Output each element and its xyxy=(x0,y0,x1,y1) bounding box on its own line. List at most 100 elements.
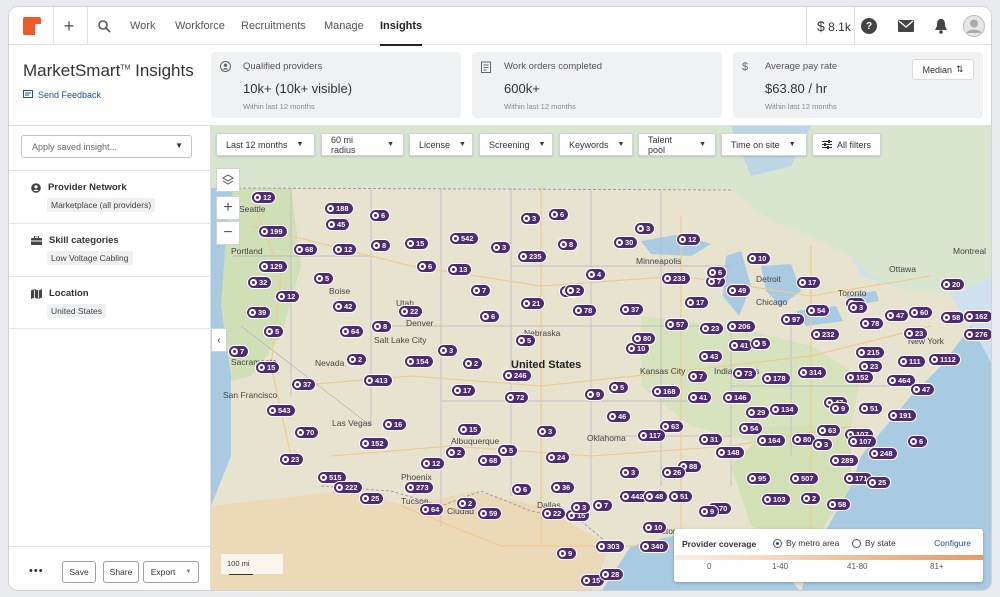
provider-pin[interactable]: 12 xyxy=(275,290,301,303)
provider-pin[interactable]: 129 xyxy=(258,260,288,273)
provider-pin[interactable]: 191 xyxy=(887,409,917,422)
collapse-sidebar-chevron-icon[interactable]: ‹ xyxy=(211,328,227,352)
provider-pin[interactable]: 49 xyxy=(726,284,752,297)
provider-pin[interactable]: 146 xyxy=(722,391,752,404)
provider-pin[interactable]: 22 xyxy=(541,507,567,520)
provider-pin[interactable]: 4 xyxy=(585,268,607,281)
more-options-icon[interactable]: ••• xyxy=(29,565,44,577)
provider-pin[interactable]: 9 xyxy=(556,547,578,560)
provider-pin[interactable]: 54 xyxy=(805,304,831,317)
provider-pin[interactable]: 3 xyxy=(520,212,542,225)
provider-pin[interactable]: 6 xyxy=(479,310,501,323)
provider-pin[interactable]: 314 xyxy=(797,366,827,379)
provider-pin[interactable]: 51 xyxy=(668,490,694,503)
provider-pin[interactable]: 289 xyxy=(829,454,859,467)
provider-pin[interactable]: 95 xyxy=(746,472,772,485)
provider-pin[interactable]: 23 xyxy=(699,322,725,335)
provider-pin[interactable]: 248 xyxy=(868,447,898,460)
provider-pin[interactable]: 37 xyxy=(619,303,645,316)
provider-pin[interactable]: 2 xyxy=(445,446,467,459)
median-toggle-button[interactable]: Median ⇅ xyxy=(912,59,974,80)
saved-insight-select[interactable]: Apply saved insight... ▼ xyxy=(21,135,192,158)
provider-pin[interactable]: 6 xyxy=(907,435,929,448)
provider-pin[interactable]: 15 xyxy=(457,423,483,436)
provider-pin[interactable]: 2 xyxy=(346,353,368,366)
provider-pin[interactable]: 3 xyxy=(634,222,656,235)
tab-insights[interactable]: Insights xyxy=(380,20,423,46)
provider-pin[interactable]: 12 xyxy=(676,233,702,246)
provider-pin[interactable]: 36 xyxy=(550,481,576,494)
plus-icon[interactable]: + xyxy=(60,16,78,36)
provider-pin[interactable]: 6 xyxy=(511,483,533,496)
provider-pin[interactable]: 17 xyxy=(451,384,477,397)
zoom-in-button[interactable]: + xyxy=(216,196,240,220)
provider-pin[interactable]: 5 xyxy=(515,334,537,347)
provider-pin[interactable]: 6 xyxy=(548,208,570,221)
provider-pin[interactable]: 42 xyxy=(332,300,358,313)
provider-pin[interactable]: 9 xyxy=(584,388,606,401)
tab-work[interactable]: Work xyxy=(130,20,155,32)
radio-by-state[interactable]: By state xyxy=(852,538,896,548)
provider-pin[interactable]: 3 xyxy=(847,301,869,314)
provider-pin[interactable]: 222 xyxy=(333,481,363,494)
bell-icon[interactable] xyxy=(934,18,948,34)
provider-pin[interactable]: 235 xyxy=(517,250,547,263)
provider-pin[interactable]: 21 xyxy=(520,297,546,310)
provider-pin[interactable]: 78 xyxy=(572,304,598,317)
provider-pin[interactable]: 26 xyxy=(661,466,687,479)
radio-by-metro-area[interactable]: By metro area xyxy=(773,538,839,548)
provider-pin[interactable]: 10 xyxy=(642,521,668,534)
provider-pin[interactable]: 178 xyxy=(761,372,791,385)
provider-pin[interactable]: 57 xyxy=(664,318,690,331)
provider-pin[interactable]: 15 xyxy=(404,237,430,250)
balance[interactable]: $ 8.1k xyxy=(817,18,851,34)
provider-pin[interactable]: 39 xyxy=(246,306,272,319)
provider-pin[interactable]: 51 xyxy=(858,402,884,415)
provider-pin[interactable]: 64 xyxy=(339,325,365,338)
provider-pin[interactable]: 7 xyxy=(592,499,614,512)
provider-pin[interactable]: 58 xyxy=(940,311,966,324)
provider-pin[interactable]: 154 xyxy=(404,355,434,368)
provider-pin[interactable]: 164 xyxy=(756,434,786,447)
send-feedback-link[interactable]: Send Feedback xyxy=(23,90,101,100)
filter-talent-pool[interactable]: Talent pool ▼ xyxy=(638,133,716,156)
section-skill-categories[interactable]: Skill categories Low Voltage Cabling xyxy=(9,223,211,276)
provider-pin[interactable]: 37 xyxy=(291,378,317,391)
provider-pin[interactable]: 134 xyxy=(769,403,799,416)
search-icon[interactable] xyxy=(95,17,113,35)
provider-pin[interactable]: 199 xyxy=(258,225,288,238)
provider-pin[interactable]: 17 xyxy=(796,276,822,289)
provider-pin[interactable]: 24 xyxy=(545,451,571,464)
save-button[interactable]: Save xyxy=(62,561,96,583)
provider-pin[interactable]: 17 xyxy=(684,296,710,309)
provider-pin[interactable]: 12 xyxy=(332,243,358,256)
provider-pin[interactable]: 215 xyxy=(855,346,885,359)
provider-pin[interactable]: 152 xyxy=(844,371,874,384)
avatar[interactable] xyxy=(963,15,985,37)
provider-pin[interactable]: 111 xyxy=(897,355,926,368)
provider-pin[interactable]: 8 xyxy=(557,238,579,251)
provider-pin[interactable]: 2 xyxy=(462,357,484,370)
provider-pin[interactable]: 543 xyxy=(266,404,296,417)
provider-pin[interactable]: 70 xyxy=(294,426,320,439)
provider-pin[interactable]: 303 xyxy=(595,540,625,553)
configure-link[interactable]: Configure xyxy=(934,538,971,548)
provider-pin[interactable]: 103 xyxy=(761,493,791,506)
provider-pin[interactable]: 8 xyxy=(371,320,393,333)
provider-pin[interactable]: 7 xyxy=(470,284,492,297)
provider-pin[interactable]: 3 xyxy=(570,501,592,514)
filter-time-on-site[interactable]: Time on site ▼ xyxy=(721,133,807,156)
provider-pin[interactable]: 31 xyxy=(698,433,724,446)
provider-pin[interactable]: 246 xyxy=(502,369,532,382)
provider-pin[interactable]: 5 xyxy=(313,272,335,285)
provider-pin[interactable]: 20 xyxy=(940,278,966,291)
provider-pin[interactable]: 41 xyxy=(687,391,713,404)
provider-pin[interactable]: 54 xyxy=(738,422,764,435)
provider-pin[interactable]: 6 xyxy=(369,209,391,222)
provider-pin[interactable]: 30 xyxy=(613,236,639,249)
provider-pin[interactable]: 3 xyxy=(812,438,834,451)
provider-pin[interactable]: 48 xyxy=(643,490,669,503)
provider-pin[interactable]: 6 xyxy=(416,260,438,273)
provider-pin[interactable]: 13 xyxy=(447,263,473,276)
provider-pin[interactable]: 25 xyxy=(866,476,892,489)
